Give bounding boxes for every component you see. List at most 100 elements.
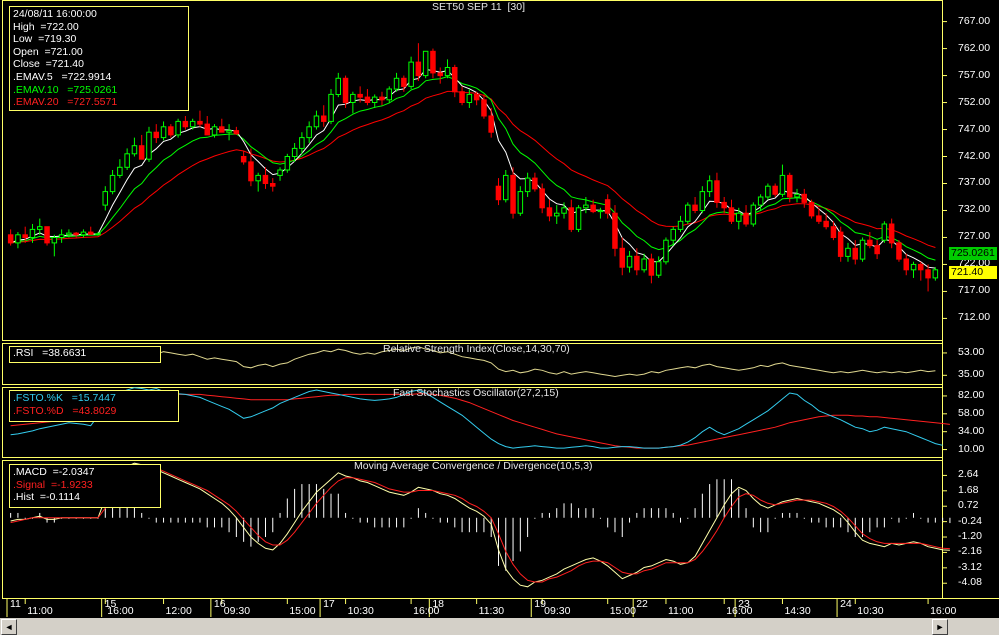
candle-body xyxy=(888,223,895,244)
candle-body xyxy=(641,258,647,271)
candle-body xyxy=(597,210,604,213)
candle-body xyxy=(612,212,618,249)
candle xyxy=(612,205,618,257)
candle-body xyxy=(539,188,545,209)
candle-body xyxy=(37,226,43,230)
candle-body xyxy=(138,145,145,160)
x-day-label: 11 xyxy=(10,598,21,610)
fsto-title: Fast Stochastics Oscillator(27,2,15) xyxy=(393,387,559,399)
y-tick-label: 762.00 xyxy=(958,41,991,54)
candle-body xyxy=(910,263,917,271)
x-time-label: 11:00 xyxy=(27,605,53,617)
candle-body xyxy=(823,220,829,228)
candle-body xyxy=(721,201,727,209)
candle-body xyxy=(422,50,429,77)
candle-body xyxy=(408,61,414,87)
candle-body xyxy=(357,93,363,98)
candle xyxy=(859,237,866,262)
x-time-label: 09:30 xyxy=(544,605,571,617)
x-time-label: 15:00 xyxy=(289,605,316,617)
y-tick-label: 732.00 xyxy=(958,203,991,216)
candle xyxy=(685,202,691,224)
candle xyxy=(510,167,516,219)
candle-body xyxy=(728,207,735,222)
candle-body xyxy=(568,207,574,230)
candle-body xyxy=(918,263,924,271)
chart-title: SET50 SEP 11 [30] xyxy=(432,1,526,13)
candle-body xyxy=(277,169,283,176)
candle-body xyxy=(182,120,189,128)
candle-body xyxy=(830,226,837,238)
candle-body xyxy=(757,196,764,206)
candle-body xyxy=(706,180,713,193)
candle-body xyxy=(262,174,269,184)
x-day-label: 22 xyxy=(636,598,648,610)
candle-body xyxy=(386,88,392,101)
y-tick-label: -4.08 xyxy=(958,576,982,589)
candle xyxy=(575,205,582,233)
candle-body xyxy=(109,174,116,193)
info-open: Open =721.00 xyxy=(13,45,83,58)
info-rsi: .RSI =38.6631 xyxy=(13,347,87,359)
y-tick-label: 737.00 xyxy=(958,176,991,189)
candle-body xyxy=(240,156,247,163)
x-day-label: 24 xyxy=(840,598,852,610)
candle-body xyxy=(146,131,152,160)
candle-body xyxy=(524,177,531,193)
candle-body xyxy=(473,93,480,101)
candle-body xyxy=(772,185,778,195)
candle-body xyxy=(495,185,502,201)
candle-body xyxy=(66,232,72,236)
y-tick-label: 767.00 xyxy=(958,14,991,27)
candle-body xyxy=(189,120,196,128)
candle-body xyxy=(481,99,487,117)
candle-body xyxy=(517,191,524,214)
candle-body xyxy=(117,166,123,176)
y-tick-label: 727.00 xyxy=(958,230,991,243)
candle-body xyxy=(321,115,327,122)
candle-body xyxy=(626,255,633,268)
candle-body xyxy=(932,269,939,279)
candle-body xyxy=(685,204,691,222)
x-time-label: 09:30 xyxy=(223,605,251,617)
candle-body xyxy=(58,234,65,239)
x-time-label: 12:00 xyxy=(165,605,192,617)
scroll-right-button[interactable]: ► xyxy=(932,619,948,635)
candle-body xyxy=(153,131,159,139)
candle-body xyxy=(852,247,858,260)
x-time-label: 14:30 xyxy=(784,605,811,617)
x-time-label: 11:00 xyxy=(667,605,694,617)
candle-body xyxy=(95,233,101,236)
candle-body xyxy=(845,247,851,257)
candle-body xyxy=(590,204,596,213)
candle xyxy=(175,118,181,138)
candle-body xyxy=(430,50,436,74)
x-time-label: 16:00 xyxy=(930,605,957,617)
y-tick-label: 757.00 xyxy=(958,68,991,81)
candle-body xyxy=(444,67,451,77)
candle-body xyxy=(532,177,538,190)
y-tick-label: 0.72 xyxy=(958,499,979,512)
candle-body xyxy=(51,237,58,244)
candle xyxy=(663,237,669,265)
price-info-box: 24/08/11 16:00:00 High =722.00 Low =719.… xyxy=(9,6,189,111)
candle xyxy=(284,153,291,173)
candle-body xyxy=(22,234,28,239)
candle-body xyxy=(342,77,349,104)
info-fsto-d: .FSTO.%D =43.8029 xyxy=(13,404,117,417)
y-tick-label: -2.16 xyxy=(958,545,982,558)
candle xyxy=(881,221,888,243)
candle-body xyxy=(859,239,866,260)
y-tick-label: 58.00 xyxy=(958,406,985,419)
candle xyxy=(44,226,50,246)
scroll-left-button[interactable]: ◄ xyxy=(1,619,17,635)
candle-body xyxy=(379,96,385,101)
candle-body xyxy=(299,137,305,149)
horizontal-scrollbar[interactable]: ◄ ► xyxy=(0,618,999,635)
candle-body xyxy=(765,185,771,198)
candle-body xyxy=(634,255,640,271)
candle-body xyxy=(743,212,749,225)
candle-body xyxy=(350,93,356,104)
candle-body xyxy=(226,130,232,133)
candle-body xyxy=(488,115,494,133)
